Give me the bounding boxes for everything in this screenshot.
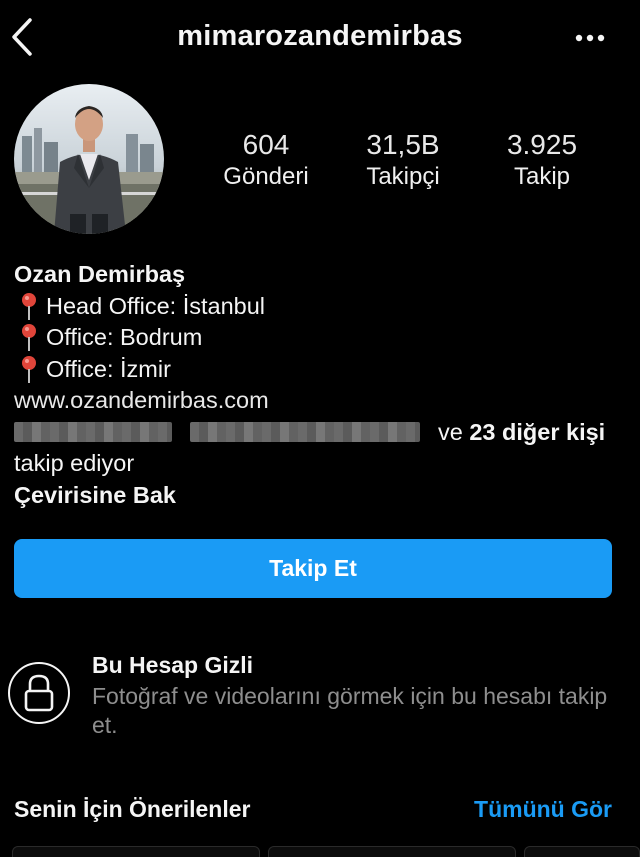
pushpin-icon [22,355,36,383]
translate-link[interactable]: Çevirisine Bak [14,480,626,512]
profile-stats: 604 Gönderi 31,5B Takipçi 3.925 Takip [196,128,626,198]
posts-label: Gönderi [223,163,309,190]
pushpin-icon [22,324,36,352]
bio-line-text: Head Office: İstanbul [46,292,266,319]
suggestion-cards [0,846,640,857]
followed-by[interactable]: ve 23 diğer kişi [14,417,626,449]
bio-line: Head Office: İstanbul [14,291,626,323]
suggestion-card[interactable] [524,846,640,857]
stat-followers[interactable]: 31,5B Takipçi [333,128,473,192]
followed-by-suffix: takip ediyor [14,450,135,476]
followers-count: 31,5B [366,129,440,160]
bio-line-text: Office: İzmir [46,355,171,382]
suggestion-card[interactable] [268,846,516,857]
bio-line-text: Office: Bodrum [46,324,203,350]
profile-bio: Ozan Demirbaş Head Office: İstanbul Offi… [14,259,626,511]
website-link[interactable]: www.ozandemirbas.com [14,385,626,417]
suggestions-title: Senin İçin Önerilenler [14,796,251,822]
blurred-username [190,422,420,443]
more-options-icon[interactable] [570,24,610,52]
suggestion-card[interactable] [12,846,260,857]
follow-button[interactable]: Takip Et [14,539,612,598]
private-description: Fotoğraf ve videolarını görmek için bu h… [92,683,608,738]
followers-label: Takipçi [366,163,440,190]
following-label: Takip [513,163,571,190]
following-count: 3.925 [506,129,578,160]
profile-username: mimarozandemirbas [177,20,463,52]
followed-by-prefix: ve [438,418,463,445]
private-account-notice: Bu Hesap Gizli Fotoğraf ve videolarını g… [0,640,640,750]
bio-line: Office: Bodrum [14,322,626,354]
stat-posts[interactable]: 604 Gönderi [196,128,336,192]
pushpin-icon [22,292,36,320]
blurred-username [14,422,172,443]
followed-by-count: 23 diğer kişi [469,418,606,445]
lock-icon [8,662,70,724]
profile-full-name: Ozan Demirbaş [14,261,186,287]
posts-count: 604 [242,129,290,160]
bio-line: Office: İzmir [14,354,626,386]
profile-avatar[interactable] [14,84,164,234]
top-bar: mimarozandemirbas [0,0,640,76]
see-all-link[interactable]: Tümünü Gör [474,796,612,823]
stat-following[interactable]: 3.925 Takip [472,128,612,192]
private-title: Bu Hesap Gizli [92,652,254,678]
